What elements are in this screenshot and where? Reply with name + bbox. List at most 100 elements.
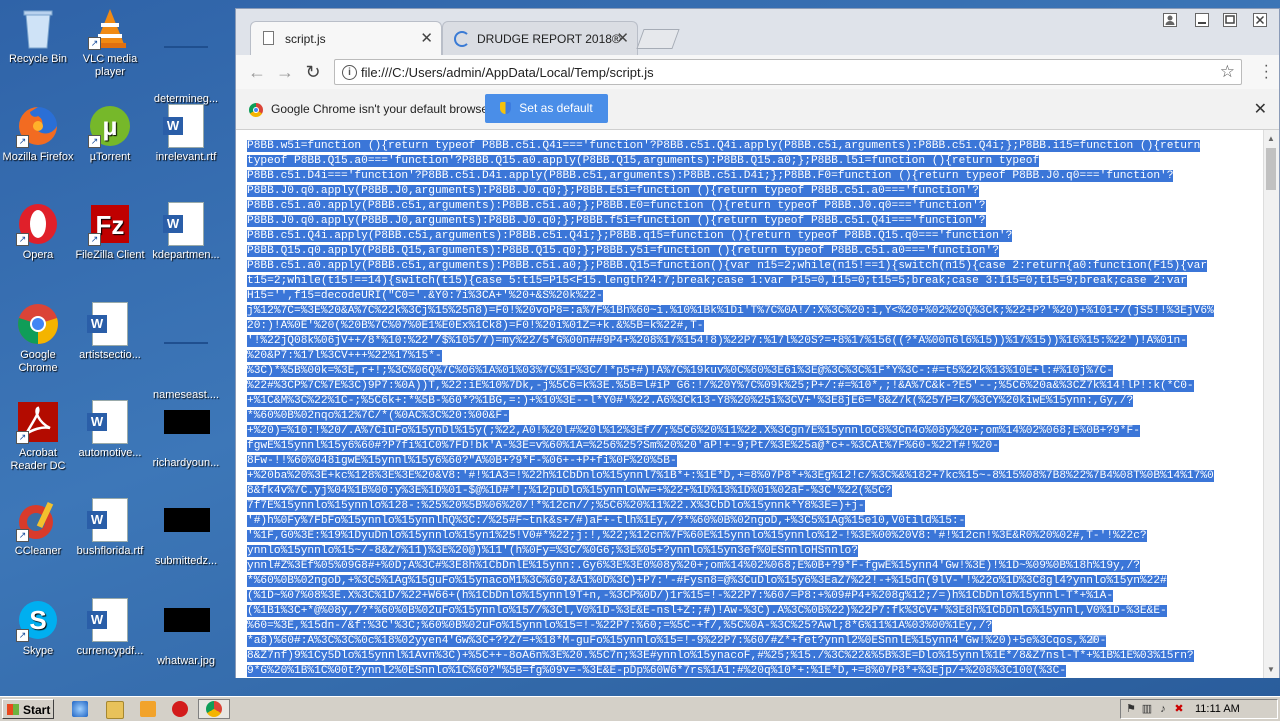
info-icon[interactable]: i xyxy=(342,65,357,80)
new-tab-button[interactable] xyxy=(636,29,680,49)
desktop-icon-google-chrome[interactable]: Google Chrome xyxy=(0,302,76,375)
watermark: ANY.RUN xyxy=(1088,610,1263,651)
code-line: P8BB.c5i.Q4i.apply(P8BB.c5i,arguments):P… xyxy=(247,230,1013,242)
folder-icon[interactable] xyxy=(106,701,124,719)
code-line: typeof P8BB.Q15.a0==='function'?P8BB.Q15… xyxy=(247,155,1040,167)
word-document-icon: W xyxy=(163,202,208,246)
script-source-text[interactable]: P8BB.w5i=function (){return typeof P8BB.… xyxy=(236,130,1265,678)
code-line: %22#%3CP%7C%7E%3C)9P7:%0A))T,%22:iE%10%7… xyxy=(247,380,1194,392)
recycle-bin-icon xyxy=(16,6,60,50)
set-as-default-button[interactable]: Set as default xyxy=(485,94,608,123)
desktop-icon-acrobat[interactable]: ↗ Acrobat Reader DC xyxy=(0,400,76,473)
tab-close-icon[interactable]: ✕ xyxy=(616,29,629,47)
desktop-icon-currencypdf[interactable]: W currencypdf... xyxy=(72,598,148,658)
taskbar: Start ⚑ ▥ ♪ ✖ 11:11 AM xyxy=(0,696,1280,721)
shortcut-arrow-icon: ↗ xyxy=(16,629,29,642)
back-arrow-icon[interactable]: ← xyxy=(246,61,268,83)
filezilla-icon: Fz ↗ xyxy=(88,202,132,246)
desktop-icon-filezilla[interactable]: Fz ↗ FileZilla Client xyxy=(72,202,148,262)
security-tray-icon[interactable]: ✖ xyxy=(1173,703,1185,715)
internet-explorer-icon[interactable] xyxy=(72,701,88,717)
address-bar[interactable]: i file:///C:/Users/admin/AppData/Local/T… xyxy=(334,59,1242,85)
desktop-icon-determineg[interactable]: determineg... xyxy=(148,6,224,106)
code-line: %20&P7:%17l%3CV+++%22%17%15*- xyxy=(247,350,442,362)
code-line: P8BB.w5i=function (){return typeof P8BB.… xyxy=(247,140,1201,152)
menu-kebab-icon[interactable]: · · · xyxy=(1264,58,1269,86)
desktop-icon-artistsectio[interactable]: W artistsectio... xyxy=(72,302,148,362)
code-line: %3C)*%5B%00k=%3E,r+!;%3C%06Q%7C%06%1A%01… xyxy=(247,365,1114,377)
minimize-icon[interactable] xyxy=(1189,11,1215,29)
utorrent-icon: µ ↗ xyxy=(88,104,132,148)
desktop-icon-bushflorida[interactable]: W bushflorida.rtf xyxy=(72,498,148,558)
shortcut-arrow-icon: ↗ xyxy=(16,233,29,246)
code-line: t15=2;while(t15!==14){switch(t15){case 5… xyxy=(247,275,1187,287)
infobar-close-icon[interactable]: ✕ xyxy=(1254,99,1267,119)
volume-tray-icon[interactable]: ♪ xyxy=(1157,703,1169,715)
close-window-icon[interactable] xyxy=(1247,11,1273,29)
page-content[interactable]: P8BB.w5i=function (){return typeof P8BB.… xyxy=(236,130,1265,678)
shortcut-arrow-icon: ↗ xyxy=(88,233,101,246)
antivirus-icon[interactable] xyxy=(172,701,188,717)
forward-arrow-icon[interactable]: → xyxy=(274,61,296,83)
code-line: 8&fk4v%7C.yj%04%1B%00:y%3E%1D%01-$@%1D#*… xyxy=(247,485,892,497)
firefox-icon: ↗ xyxy=(16,104,60,148)
code-line: %60=%3E,%15dn-/&f:%3C'%3C;%60%0B%02uFo%1… xyxy=(247,620,993,632)
title-bar: script.js ✕ DRUDGE REPORT 2018® ✕ xyxy=(236,9,1279,55)
desktop-icon-automotive[interactable]: W automotive... xyxy=(72,400,148,460)
code-line: 8&Z7nf)9%1Cy5Dlo%15ynnl%1Avn%3C)+%5C++-8… xyxy=(247,650,1194,662)
scroll-up-icon[interactable]: ▲ xyxy=(1267,134,1275,143)
desktop-icon-kdepartmen[interactable]: W kdepartmen... xyxy=(148,202,224,262)
scroll-thumb[interactable] xyxy=(1266,148,1276,190)
word-document-icon: W xyxy=(87,598,132,642)
bookmark-star-icon[interactable]: ☆ xyxy=(1220,62,1235,82)
code-line: '!%22jQ08k%06jV++/8*%10:%22'/$%105/7)=my… xyxy=(247,335,1187,347)
code-line: *%60%0B%02ngoD,+%3C5%1Ag%15guFo%15ynacoM… xyxy=(247,575,1167,587)
desktop-icon-nameseast[interactable]: nameseast.... xyxy=(148,302,224,402)
shortcut-arrow-icon: ↗ xyxy=(16,529,29,542)
desktop-icon-whatwar[interactable]: whatwar.jpg xyxy=(148,598,224,668)
desktop-icon-skype[interactable]: S ↗ Skype xyxy=(0,598,76,658)
code-line: 7f7E%15ynnlo%15ynnlo%128-:%25%20%5B%06%2… xyxy=(247,500,865,512)
desktop-icon-vlc[interactable]: ↗ VLC media player xyxy=(72,6,148,79)
tab-close-icon[interactable]: ✕ xyxy=(420,29,433,47)
code-line: +%20)=%10:!%20/.A%7CiuFo%15ynDl%15y(;%22… xyxy=(247,425,1140,437)
word-document-icon: W xyxy=(163,104,208,148)
shortcut-arrow-icon: ↗ xyxy=(88,135,101,148)
user-profile-icon[interactable] xyxy=(1157,11,1183,29)
start-button[interactable]: Start xyxy=(2,699,54,719)
chrome-taskbar-button[interactable] xyxy=(198,699,230,719)
desktop-icon-submittedz[interactable]: submittedz... xyxy=(148,498,224,568)
code-line: *%60%0B%02nqo%12%7C/*(%0AC%3C%20:%00&F- xyxy=(247,410,509,422)
code-line: ynnl#Z%3Ef%05%09G8#+%0D;A%3C#%3E8h%1CbDn… xyxy=(247,560,1140,572)
file-icon xyxy=(263,31,274,45)
desktop-icon-firefox[interactable]: ↗ Mozilla Firefox xyxy=(0,104,76,164)
code-line: P8BB.c5i.D4i==='function'?P8BB.c5i.D4i.a… xyxy=(247,170,1174,182)
svg-text:S: S xyxy=(29,605,46,635)
black-image-icon xyxy=(164,410,210,454)
flag-tray-icon[interactable]: ⚑ xyxy=(1125,703,1137,715)
clock[interactable]: 11:11 AM xyxy=(1195,703,1240,715)
tab-drudge-report[interactable]: DRUDGE REPORT 2018® ✕ xyxy=(442,21,638,55)
code-line: +%1C&M%3C%22%1C-;%5C6k+:*%5B-%60*?%1BG,=… xyxy=(247,395,1134,407)
windows-logo-icon xyxy=(7,704,19,715)
tab-script-js[interactable]: script.js ✕ xyxy=(250,21,442,55)
system-tray: ⚑ ▥ ♪ ✖ 11:11 AM xyxy=(1120,699,1278,719)
acrobat-icon: ↗ xyxy=(16,400,60,444)
scroll-down-icon[interactable]: ▼ xyxy=(1267,665,1275,674)
svg-text:µ: µ xyxy=(103,111,118,141)
desktop-icon-richardyoun[interactable]: richardyoun... xyxy=(148,400,224,470)
vlc-icon: ↗ xyxy=(88,6,132,50)
vertical-scrollbar[interactable]: ▲ ▼ xyxy=(1263,130,1279,678)
code-line: 8Fw-!!%60%048igwE%15ynnl%15y6%60?"A%0B+?… xyxy=(247,455,677,467)
network-tray-icon[interactable]: ▥ xyxy=(1141,703,1153,715)
desktop-icon-opera[interactable]: ↗ Opera xyxy=(0,202,76,262)
maximize-icon[interactable] xyxy=(1217,11,1243,29)
code-line: +%20ba%20%3E+kc%128%3E%3E%20&V8:'#!%1A3=… xyxy=(247,470,1214,482)
desktop-icon-inrelevant[interactable]: W inrelevant.rtf xyxy=(148,104,224,164)
desktop-icon-recycle-bin[interactable]: Recycle Bin xyxy=(0,6,76,66)
desktop-icon-ccleaner[interactable]: ↗ CCleaner xyxy=(0,498,76,558)
desktop-icon-utorrent[interactable]: µ ↗ µTorrent xyxy=(72,104,148,164)
blank-file-icon xyxy=(164,342,208,386)
media-player-icon[interactable] xyxy=(140,701,156,717)
reload-icon[interactable]: ↻ xyxy=(302,61,324,83)
